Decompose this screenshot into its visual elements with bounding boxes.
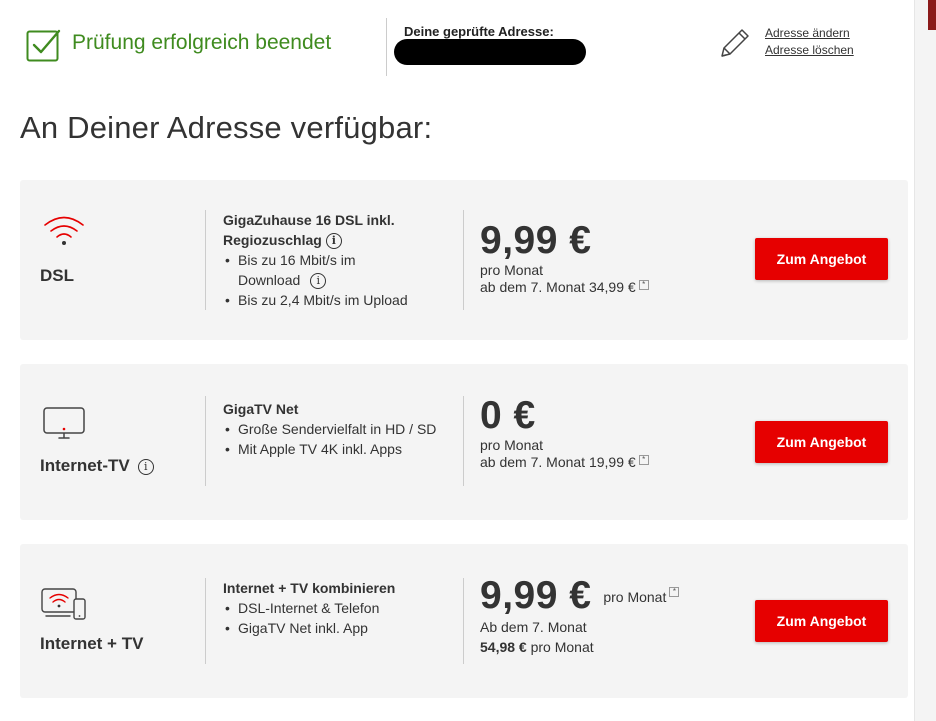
pencil-icon[interactable] (716, 26, 752, 60)
feature-text: Download (238, 272, 301, 288)
address-links: Adresse ändern Adresse löschen (765, 25, 854, 59)
checkbox-check-icon (26, 29, 61, 62)
footnote-icon[interactable]: * (669, 587, 680, 597)
feature-title: GigaTV Net (223, 401, 299, 417)
price-unit: pro Monat (480, 437, 544, 453)
offer-button[interactable]: Zum Angebot (755, 600, 888, 642)
devices-icon (41, 588, 86, 620)
price-unit: pro Monat (603, 589, 667, 605)
feature-title: GigaZuhause 16 DSL inkl. (223, 210, 458, 230)
price-line: 9,99 € pro Monat * (480, 574, 680, 617)
info-icon[interactable]: i (137, 458, 154, 475)
info-icon[interactable]: i (325, 233, 342, 250)
divider (463, 578, 464, 664)
price: 0 € (480, 394, 536, 437)
offer-card-internet-tv: Internet-TV i GigaTV Net Große Senderviel… (20, 364, 908, 520)
price-note: Ab dem 7. Monat (480, 619, 587, 635)
price-block: 0 € pro Monat ab dem 7. Monat 19,99 € * (480, 395, 649, 471)
price-after-unit: pro Monat (530, 639, 594, 655)
footnote-icon[interactable]: * (638, 280, 649, 290)
feature-title: Regiozuschlag i (223, 230, 458, 250)
divider (463, 210, 464, 310)
status-message: Prüfung erfolgreich beendet (72, 31, 332, 54)
feature-title-line1: GigaZuhause 16 DSL inkl. (223, 212, 395, 228)
price-note-text: ab dem 7. Monat 34,99 € (480, 279, 636, 295)
address-label: Deine geprüfte Adresse: (404, 24, 554, 39)
offer-button[interactable]: Zum Angebot (755, 238, 888, 280)
offer-button[interactable]: Zum Angebot (755, 421, 888, 463)
divider (205, 396, 206, 486)
price-block: 9,99 € pro Monat ab dem 7. Monat 34,99 €… (480, 220, 649, 296)
price-note: ab dem 7. Monat 34,99 € * (480, 279, 649, 296)
list-item: Bis zu 2,4 Mbit/s im Upload (223, 290, 458, 310)
offer-card-dsl: DSL GigaZuhause 16 DSL inkl. Regiozuschl… (20, 180, 908, 340)
divider (463, 396, 464, 486)
feature-title-line2: Regiozuschlag (223, 232, 322, 248)
feature-bullets: Bis zu 16 Mbit/s im Download i Bis zu 2,4 … (223, 250, 458, 310)
feature-list: GigaZuhause 16 DSL inkl. Regiozuschlag i … (223, 210, 458, 310)
product-name: DSL (40, 266, 74, 285)
feature-list: GigaTV Net Große Sendervielfalt in HD / … (223, 399, 458, 459)
page-title: An Deiner Adresse verfügbar: (20, 110, 433, 145)
feature-title: Internet + TV kombinieren (223, 580, 396, 596)
feature-bullets: DSL-Internet & Telefon GigaTV Net inkl. … (223, 598, 458, 638)
list-item: DSL-Internet & Telefon (223, 598, 458, 618)
divider (205, 210, 206, 310)
tv-icon (43, 407, 85, 439)
product-name: Internet-TV i (40, 456, 154, 476)
info-icon[interactable]: i (310, 273, 327, 290)
change-address-link[interactable]: Adresse ändern (765, 25, 854, 42)
footnote-icon[interactable]: * (638, 455, 649, 465)
delete-address-link[interactable]: Adresse löschen (765, 42, 854, 59)
scrollbar-thumb[interactable] (928, 0, 936, 30)
list-item: Große Sendervielfalt in HD / SD (223, 419, 458, 439)
product-name: Internet + TV (40, 634, 144, 653)
list-item: Bis zu 16 Mbit/s im Download i (223, 250, 458, 290)
feature-list: Internet + TV kombinieren DSL-Internet &… (223, 578, 458, 638)
feature-text: Bis zu 16 Mbit/s im (238, 252, 356, 268)
scrollbar-track[interactable] (914, 0, 936, 721)
divider (386, 18, 387, 76)
address-check-status: Prüfung erfolgreich beendet Deine geprüf… (0, 0, 912, 100)
price-after-line: 54,98 € pro Monat (480, 639, 679, 656)
product-name-text: Internet-TV (40, 456, 130, 475)
price-unit: pro Monat (480, 262, 544, 278)
offer-card-internet-plus-tv: Internet + TV Internet + TV kombinieren … (20, 544, 908, 698)
price: 9,99 € (480, 219, 592, 262)
price-note-text: ab dem 7. Monat 19,99 € (480, 454, 636, 470)
redacted-address (394, 39, 586, 65)
price-block: 9,99 € pro Monat * Ab dem 7. Monat 54,98 … (480, 574, 680, 656)
price-note: ab dem 7. Monat 19,99 € * (480, 454, 649, 471)
wifi-icon (44, 216, 84, 245)
price-after: 54,98 € (480, 639, 527, 655)
price: 9,99 € (480, 574, 592, 617)
list-item: Mit Apple TV 4K inkl. Apps (223, 439, 458, 459)
feature-bullets: Große Sendervielfalt in HD / SD Mit Appl… (223, 419, 458, 459)
list-item: GigaTV Net inkl. App (223, 618, 458, 638)
divider (205, 578, 206, 664)
